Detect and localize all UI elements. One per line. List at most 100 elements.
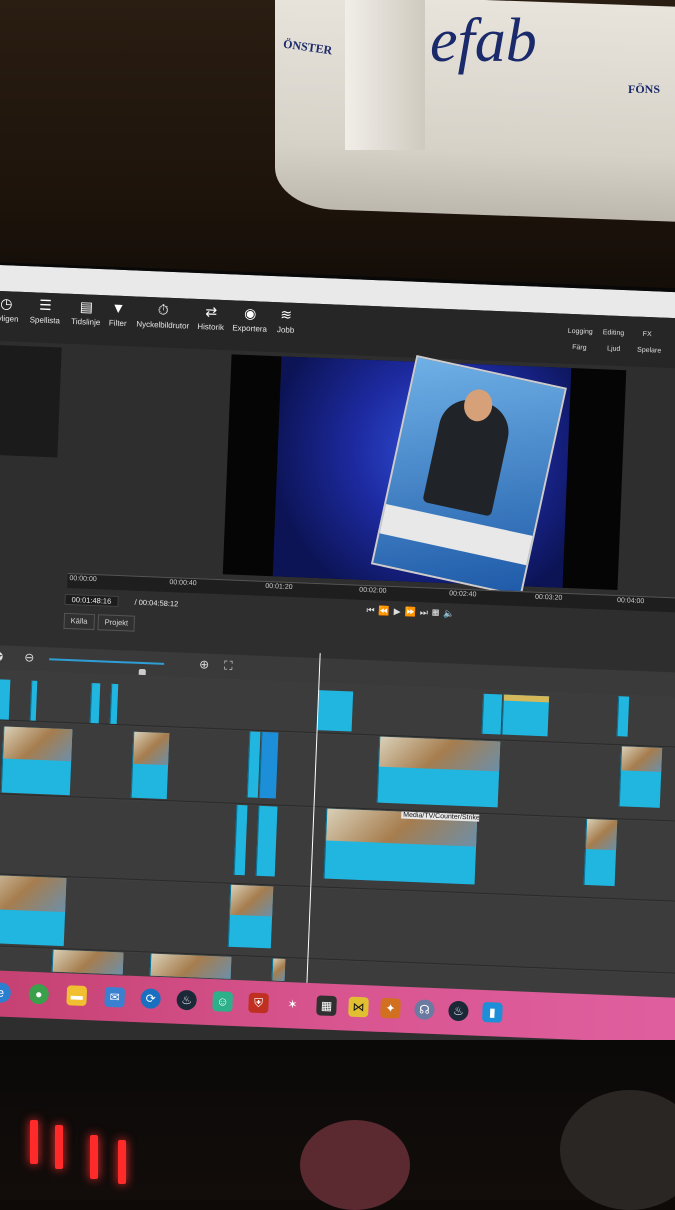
discord-icon[interactable]: ☺ [212, 991, 234, 1012]
layout-fx-button[interactable]: FX [643, 331, 652, 338]
clip-thumbnail [52, 949, 124, 975]
video-overlay-card [370, 355, 567, 597]
volume-icon[interactable]: 🔈 [443, 608, 459, 619]
video-frame [272, 355, 572, 597]
clip-thumbnail [379, 736, 501, 772]
history-icon: ⇄ [205, 303, 218, 320]
zoom-in-icon[interactable]: ⊕ [199, 657, 210, 671]
clip-thumbnail [503, 694, 550, 703]
clip-thumbnail [133, 731, 170, 766]
timeline-clip[interactable] [233, 804, 248, 876]
shield-icon[interactable]: ⛨ [248, 992, 269, 1014]
grid-icon[interactable]: ▦ [432, 608, 444, 618]
timeline-clip[interactable] [481, 693, 503, 735]
timeline-tracks[interactable]: Media/TV/Counter/StrikeG [0, 668, 675, 1004]
list-icon: ☰ [38, 296, 53, 314]
ruler-tick: 00:02:00 [359, 586, 387, 595]
forward-icon[interactable]: ⏩ [404, 607, 420, 618]
timeline-clip[interactable]: Media/TV/Counter/StrikeG [323, 808, 480, 885]
ruler-tick: 00:02:40 [449, 590, 477, 599]
timeline-clip[interactable] [0, 874, 67, 947]
timeline-clip[interactable] [316, 690, 354, 732]
zoom-fit-icon[interactable]: ⛶ [224, 658, 233, 673]
timeline-clip[interactable] [0, 726, 73, 796]
ruler-tick: 00:04:00 [616, 597, 645, 606]
steam-icon[interactable]: ♨ [176, 989, 198, 1011]
timeline-clip[interactable] [0, 679, 11, 720]
ruler-tick: 00:01:20 [265, 582, 293, 591]
tab-source[interactable]: Källa [63, 612, 95, 631]
timeline-clip[interactable] [271, 958, 286, 981]
timeline-clip[interactable] [616, 696, 630, 737]
zoom-out-icon[interactable]: ⊖ [24, 650, 35, 664]
clip-thumbnail [0, 874, 67, 913]
steam-icon-2[interactable]: ♨ [448, 1000, 469, 1022]
shotcut-icon[interactable]: ⟳ [140, 988, 162, 1010]
stack-icon: ≋ [280, 306, 293, 323]
zoom-slider[interactable] [49, 658, 165, 679]
tab-project[interactable]: Projekt [97, 614, 136, 632]
ruler-tick: 00:00:00 [69, 575, 97, 584]
clock-icon: ◷ [0, 295, 13, 312]
current-timecode[interactable]: 00:01:48:16 [64, 593, 119, 609]
transport-controls[interactable]: ⏮⏪▶⏩⏭▦🔈 [366, 605, 458, 620]
layout-editing-button[interactable]: Editing [603, 329, 625, 337]
csgo-icon[interactable]: ✦ [380, 997, 401, 1019]
layout-player-button[interactable]: Spelare [637, 347, 661, 355]
app-icon[interactable]: ▮ [482, 1001, 503, 1023]
timeline-clip[interactable] [51, 949, 124, 975]
timeline-clip[interactable] [618, 746, 663, 808]
folder-icon[interactable]: ▬ [66, 985, 88, 1007]
settings-icon[interactable]: ✶ [282, 994, 303, 1015]
clip-thumbnail [621, 746, 663, 772]
layout-logging-button[interactable]: Logging [568, 328, 593, 336]
towel-fold [345, 0, 425, 150]
monitor-screen: ◷ nyligen ☰ Spellista ▤ Tidslinje ▼ Filter ⏱… [0, 265, 675, 1070]
timeline-clip[interactable] [376, 736, 501, 808]
stopwatch-icon: ⏱ [157, 301, 170, 318]
toolbar-jobs-button[interactable]: ≋ Jobb [255, 305, 316, 335]
ruler-tick: 00:03:20 [534, 593, 563, 602]
layout-audio-button[interactable]: Ljud [607, 345, 621, 353]
timeline-clip[interactable] [149, 953, 232, 979]
clip-thumbnail [3, 726, 73, 762]
mask-icon[interactable]: ⋈ [348, 996, 369, 1018]
headset-icon[interactable]: ☊ [414, 999, 435, 1021]
skip-start-icon[interactable]: ⏮ [366, 605, 379, 615]
towel-logo-right: FÖNS [628, 82, 661, 96]
video-desk [379, 503, 533, 566]
keyboard-light [118, 1140, 126, 1184]
timeline-clip[interactable] [89, 683, 101, 724]
clip-thumbnail [230, 884, 274, 917]
keyboard-light [30, 1120, 38, 1164]
chrome-icon[interactable]: ● [28, 983, 50, 1005]
background-object [300, 1120, 410, 1210]
left-panel [0, 344, 62, 458]
layout-color-button[interactable]: Färg [572, 344, 587, 352]
clip-thumbnail [586, 819, 618, 851]
timeline-clip[interactable] [583, 818, 618, 887]
timeline-clip[interactable] [130, 731, 170, 800]
towel-logo-center: efab [430, 7, 537, 75]
keyboard-light [55, 1125, 63, 1169]
timeline-clip[interactable] [227, 884, 274, 949]
snap-icon[interactable]: ✪ [0, 649, 3, 665]
skip-end-icon[interactable]: ⏭ [420, 607, 433, 617]
play-icon[interactable]: ▶ [394, 606, 405, 616]
timeline-clip[interactable] [29, 680, 38, 721]
mail-icon[interactable]: ✉ [104, 986, 126, 1008]
video-player[interactable] [222, 354, 627, 597]
filter-icon: ▼ [111, 299, 126, 317]
ruler-tick: 00:00:40 [169, 579, 197, 588]
game-icon[interactable]: ▦ [316, 995, 337, 1017]
edge-icon[interactable]: e [0, 982, 12, 1004]
clip-thumbnail [272, 958, 286, 981]
timeline-clip[interactable] [258, 731, 279, 799]
clip-thumbnail [150, 953, 232, 979]
rewind-icon[interactable]: ⏪ [378, 605, 394, 616]
keyboard-light [90, 1135, 98, 1179]
timeline-clip[interactable] [255, 805, 278, 877]
timeline-clip[interactable] [109, 683, 119, 725]
timeline-clip[interactable] [501, 694, 550, 737]
total-duration: / 00:04:58:12 [134, 597, 179, 609]
